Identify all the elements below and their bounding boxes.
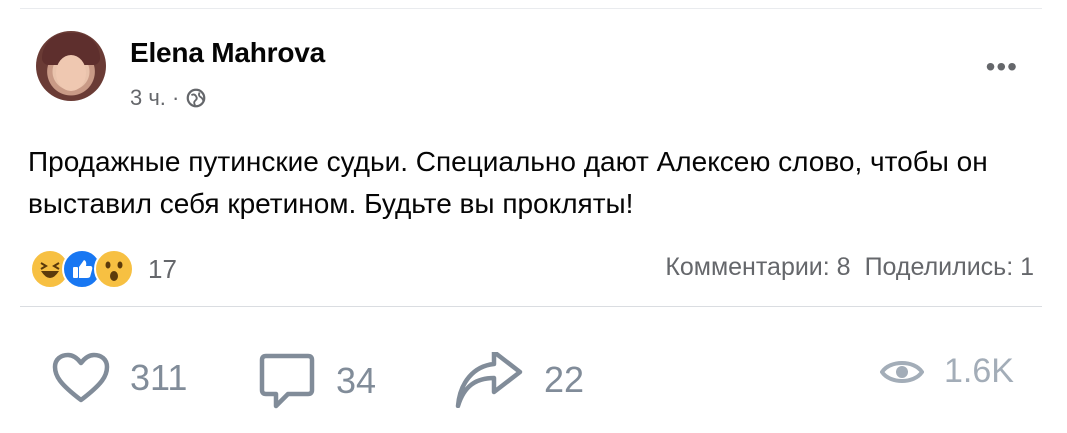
views-count: 1.6K <box>944 352 1014 390</box>
author-name[interactable]: Elena Mahrova <box>130 37 325 69</box>
like-button[interactable]: 311 <box>52 352 187 404</box>
post-text: Продажные путинские судьи. Специально да… <box>28 146 988 219</box>
views-counter: 1.6K <box>880 352 1014 391</box>
shares-count-link[interactable]: Поделились: 1 <box>865 253 1034 282</box>
wow-reaction-icon <box>94 249 134 289</box>
reaction-count: 17 <box>148 253 177 284</box>
eye-icon <box>880 360 924 383</box>
avatar[interactable] <box>36 31 106 101</box>
share-icon <box>455 352 523 408</box>
reaction-summary[interactable]: 17 <box>30 249 177 289</box>
more-options-button[interactable]: ••• <box>986 53 1018 81</box>
post-time[interactable]: 3 ч. · <box>130 85 179 111</box>
comment-button[interactable]: 34 <box>258 352 376 410</box>
globe-icon <box>187 88 206 108</box>
heart-icon <box>52 352 110 403</box>
divider <box>20 306 1042 307</box>
post-stats: Комментарии: 8 Поделились: 1 <box>665 253 1034 282</box>
facebook-post-card: Elena Mahrova 3 ч. · ••• Продажные путин… <box>20 8 1042 309</box>
comment-icon <box>259 353 315 409</box>
likes-count: 311 <box>130 357 188 398</box>
shares-count: 22 <box>544 359 585 400</box>
comments-count: 34 <box>336 360 377 401</box>
post-meta: 3 ч. · <box>130 85 207 111</box>
comments-count-link[interactable]: Комментарии: 8 <box>665 253 850 282</box>
vk-footer-actions: 311 34 22 1.6K <box>0 342 1067 422</box>
avatar-face <box>56 55 86 91</box>
share-button[interactable]: 22 <box>454 352 584 408</box>
